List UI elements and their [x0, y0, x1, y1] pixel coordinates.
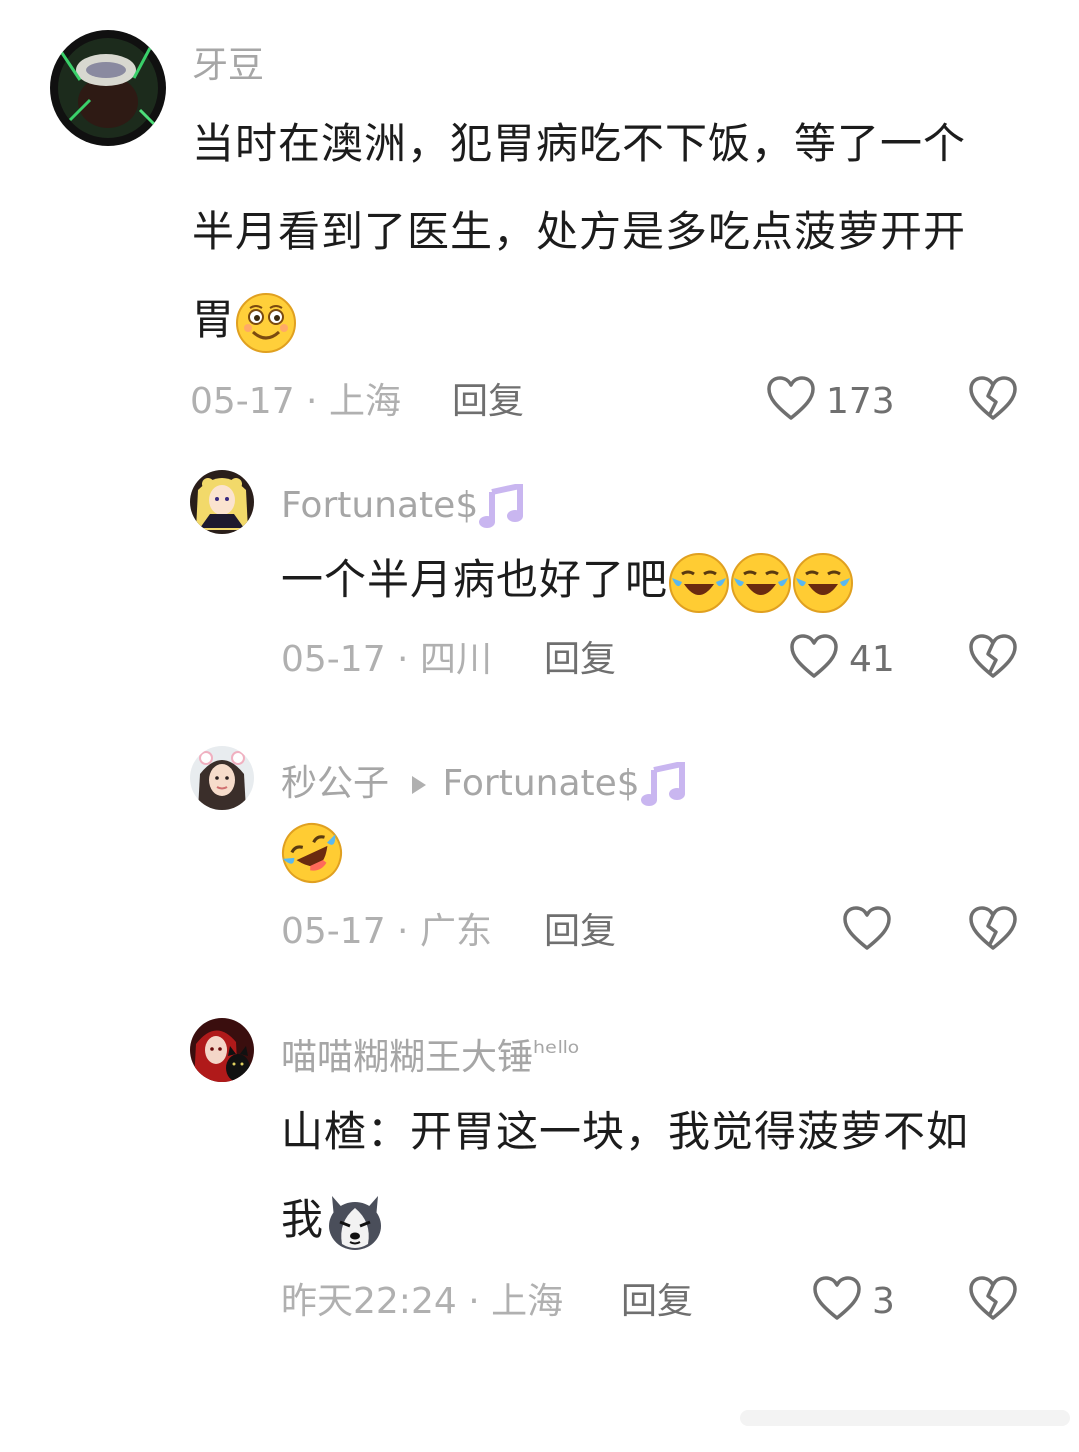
reply-button[interactable]: 回复	[544, 640, 616, 680]
comment-date-location: 昨天22:24 · 上海	[281, 1281, 564, 1322]
comment-date-location: 05-17 · 广东	[281, 911, 492, 952]
broken-heart-icon[interactable]	[968, 376, 1018, 422]
username-suffix: ʰᵉˡˡᵒ	[533, 1036, 581, 1071]
music-note-badge	[478, 484, 526, 530]
comment-text: 山楂：开胃这一块，我觉得菠萝不如 我	[281, 1088, 969, 1264]
broken-heart-icon[interactable]	[968, 906, 1018, 952]
heart-outline-icon[interactable]	[766, 376, 816, 422]
comment-text: 当时在澳洲，犯胃病吃不下饭，等了一个 半月看到了医生，处方是多吃点菠萝开开 胃	[192, 100, 966, 364]
username[interactable]: 牙豆	[192, 46, 264, 86]
comment-line: 当时在澳洲，犯胃病吃不下饭，等了一个	[192, 119, 967, 168]
username[interactable]: 秒公子 Fortunate$	[281, 762, 688, 808]
avatar[interactable]	[190, 746, 254, 810]
like-count: 3	[872, 1281, 895, 1322]
username-text: 喵喵糊糊王大锤	[281, 1037, 534, 1078]
heart-outline-icon[interactable]	[812, 1276, 862, 1322]
comment-line: 一个半月病也好了吧	[281, 555, 669, 604]
comment-line: 我	[281, 1195, 325, 1244]
reply-arrow-icon	[410, 774, 428, 796]
rofl-emoji	[281, 822, 343, 888]
husky-emoji	[324, 1192, 386, 1254]
comment-line: 胃	[192, 295, 236, 344]
username[interactable]: 喵喵糊糊王大锤ʰᵉˡˡᵒ	[281, 1034, 580, 1078]
comment-line: 山楂：开胃这一块，我觉得菠萝不如	[281, 1107, 970, 1156]
comment-date-location: 05-17 · 上海	[190, 381, 401, 422]
crying-laughing-emoji	[730, 552, 792, 614]
heart-outline-icon[interactable]	[842, 906, 892, 952]
reply-button[interactable]: 回复	[621, 1282, 693, 1322]
comment-line-with-emoji: 胃	[192, 276, 966, 364]
broken-heart-icon[interactable]	[968, 1276, 1018, 1322]
like-count: 41	[849, 639, 895, 680]
crying-laughing-emoji	[668, 552, 730, 614]
reply-button[interactable]: 回复	[452, 382, 524, 422]
crying-laughing-emoji	[792, 552, 854, 614]
music-note-badge	[640, 762, 688, 808]
comment-date-location: 05-17 · 四川	[281, 639, 492, 680]
heart-outline-icon[interactable]	[789, 634, 839, 680]
reply-to-username[interactable]: Fortunate$	[442, 763, 639, 804]
username-text: Fortunate$	[281, 485, 479, 526]
reply-button[interactable]: 回复	[544, 912, 616, 952]
comment-text: 一个半月病也好了吧	[281, 536, 854, 624]
username-text: 秒公子	[281, 763, 390, 804]
smile-emoji	[235, 292, 297, 354]
username[interactable]: Fortunate$	[281, 484, 526, 530]
watermark	[740, 1398, 1070, 1438]
avatar[interactable]	[190, 1018, 254, 1082]
comment-line: 半月看到了医生，处方是多吃点菠萝开开	[192, 207, 967, 256]
broken-heart-icon[interactable]	[968, 634, 1018, 680]
avatar[interactable]	[50, 30, 166, 146]
comment-line-with-emoji: 我	[281, 1176, 969, 1264]
avatar[interactable]	[190, 470, 254, 534]
like-count: 173	[826, 381, 895, 422]
